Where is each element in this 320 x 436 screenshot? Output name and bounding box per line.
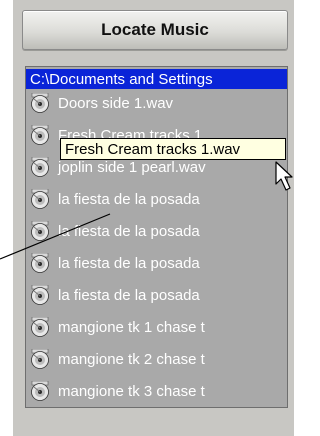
cd-icon	[31, 125, 49, 145]
list-item-label: mangione tk 2 chase t	[58, 350, 205, 368]
cd-icon	[31, 285, 49, 305]
cd-icon	[31, 253, 49, 273]
list-item-label: la fiesta de la posada	[58, 190, 200, 208]
list-item-label: la fiesta de la posada	[58, 286, 200, 304]
tooltip-text: Fresh Cream tracks 1.wav	[65, 140, 241, 158]
music-file-list[interactable]: C:\Documents and Settings Doors side 1.w…	[25, 66, 288, 408]
cd-icon	[31, 157, 49, 177]
list-item[interactable]: la fiesta de la posada	[26, 284, 287, 306]
locate-music-button[interactable]: Locate Music	[22, 10, 288, 50]
cd-icon	[31, 93, 49, 113]
cd-icon	[31, 349, 49, 369]
list-item-label: Doors side 1.wav	[58, 94, 174, 112]
list-item[interactable]: la fiesta de la posada	[26, 252, 287, 274]
cd-icon	[31, 317, 49, 337]
list-item-label: la fiesta de la posada	[58, 222, 200, 240]
list-item[interactable]: mangione tk 2 chase t	[26, 348, 287, 370]
current-path-row[interactable]: C:\Documents and Settings	[26, 69, 287, 89]
list-item-label: mangione tk 1 chase t	[58, 318, 205, 336]
list-item-label: mangione tk 3 chase t	[58, 382, 205, 400]
list-item[interactable]: mangione tk 1 chase t	[26, 316, 287, 338]
list-item-label: la fiesta de la posada	[58, 254, 200, 272]
music-panel: Locate Music C:\Documents and Settings D…	[0, 0, 294, 436]
mouse-pointer-icon	[275, 161, 293, 191]
filename-tooltip: Fresh Cream tracks 1.wav	[60, 138, 286, 160]
current-path-label: C:\Documents and Settings	[30, 70, 213, 88]
list-item[interactable]: mangione tk 3 chase t	[26, 380, 287, 402]
list-item[interactable]: la fiesta de la posada	[26, 220, 287, 242]
list-item[interactable]: Doors side 1.wav	[26, 92, 287, 114]
cd-icon	[31, 221, 49, 241]
list-item-label: joplin side 1 pearl.wav	[58, 158, 206, 176]
cd-icon	[31, 381, 49, 401]
cd-icon	[31, 189, 49, 209]
list-item[interactable]: la fiesta de la posada	[26, 188, 287, 210]
